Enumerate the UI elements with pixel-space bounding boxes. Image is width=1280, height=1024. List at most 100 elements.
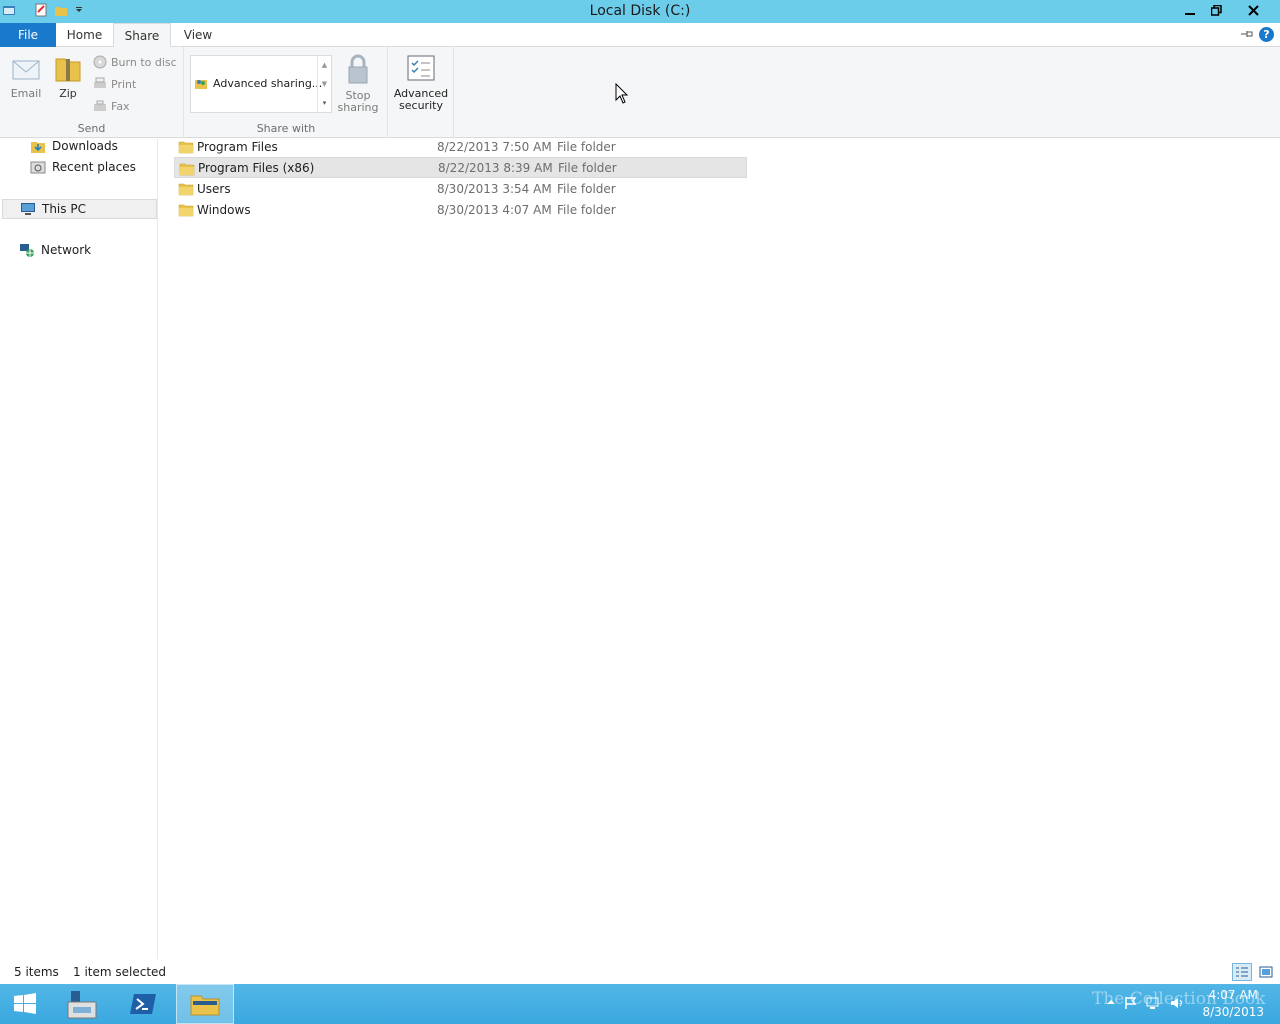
minimize-ribbon-icon[interactable]	[1240, 28, 1254, 43]
advanced-sharing-label: Advanced sharing...	[213, 76, 323, 90]
status-bar: 5 items 1 item selected	[0, 960, 1280, 984]
gallery-expand-icon[interactable]: ▾	[318, 94, 331, 112]
large-icons-view-button[interactable]	[1256, 963, 1276, 981]
computer-icon	[21, 203, 35, 215]
file-date: 8/30/2013 3:54 AM	[437, 181, 552, 196]
file-row[interactable]: Windows 8/30/2013 4:07 AM File folder	[174, 199, 747, 220]
nav-network-label: Network	[41, 243, 92, 257]
file-name: Program Files (x86)	[198, 160, 315, 175]
fax-icon	[94, 100, 106, 111]
nav-item-downloads[interactable]: Downloads	[30, 136, 118, 156]
zip-button[interactable]: Zip	[51, 51, 85, 100]
print-button[interactable]: Print	[93, 75, 136, 93]
file-row-selected[interactable]: Program Files (x86) 8/22/2013 8:39 AM Fi…	[174, 157, 747, 178]
item-count: 5 items	[14, 965, 59, 979]
tab-share[interactable]: Share	[113, 23, 171, 48]
close-icon	[1247, 5, 1259, 16]
lock-icon	[348, 54, 368, 84]
navigation-pane: Downloads Recent places This PC Network	[0, 139, 158, 959]
restore-icon	[1211, 5, 1222, 16]
restore-button[interactable]	[1203, 0, 1230, 21]
file-name: Program Files	[197, 139, 278, 154]
tab-view[interactable]: View	[172, 23, 224, 47]
tab-home[interactable]: Home	[57, 23, 112, 47]
nav-this-pc-label: This PC	[42, 202, 86, 216]
taskbar-powershell[interactable]	[120, 984, 166, 1024]
security-group: Advanced security	[389, 47, 454, 138]
advanced-sharing-item[interactable]: Advanced sharing...	[194, 76, 322, 90]
nav-recent-label: Recent places	[52, 160, 136, 174]
stop-sharing-button[interactable]: Stop sharing	[335, 51, 381, 114]
network-tray-icon[interactable]	[1146, 996, 1162, 1013]
downloads-folder-icon	[31, 142, 45, 153]
disc-icon	[93, 55, 107, 69]
file-type: File folder	[557, 181, 616, 196]
file-date: 8/22/2013 7:50 AM	[437, 139, 552, 154]
taskbar: The Collection Book 4:07 AM 8/30/2013	[0, 984, 1280, 1024]
email-icon	[12, 60, 40, 80]
ribbon: Email Zip Burn to disc Print Fax Send Ad…	[0, 47, 1280, 138]
volume-icon[interactable]	[1170, 996, 1186, 1013]
file-row[interactable]: Program Files 8/22/2013 7:50 AM File fol…	[174, 136, 747, 157]
selection-count: 1 item selected	[73, 965, 167, 979]
minimize-button[interactable]	[1176, 0, 1203, 21]
nav-item-recent-places[interactable]: Recent places	[30, 157, 136, 177]
start-button[interactable]	[0, 984, 50, 1024]
fax-button[interactable]: Fax	[93, 97, 130, 115]
taskbar-server-manager[interactable]	[58, 984, 104, 1024]
file-name: Users	[197, 181, 231, 196]
taskbar-file-explorer[interactable]	[176, 984, 234, 1024]
nav-item-this-pc[interactable]: This PC	[2, 199, 157, 219]
gallery-scroll[interactable]: ▲ ▼ ▾	[317, 56, 331, 112]
minimize-icon	[1184, 12, 1195, 15]
send-group: Email Zip Burn to disc Print Fax Send	[0, 47, 184, 138]
folder-icon	[179, 163, 195, 176]
file-date: 8/30/2013 4:07 AM	[437, 202, 552, 217]
powershell-icon	[130, 994, 156, 1014]
file-explorer-icon	[190, 995, 220, 1016]
tab-file[interactable]: File	[0, 23, 56, 47]
folder-icon	[178, 183, 194, 196]
share-with-group: Advanced sharing... ▲ ▼ ▾ Stop sharing S…	[185, 47, 388, 138]
window-controls	[1176, 0, 1276, 21]
gallery-up-icon[interactable]: ▲	[318, 56, 331, 75]
email-button[interactable]: Email	[8, 51, 44, 100]
sharing-people-icon	[195, 80, 207, 89]
share-with-gallery[interactable]: Advanced sharing... ▲ ▼ ▾	[190, 55, 332, 113]
file-date: 8/22/2013 8:39 AM	[438, 160, 553, 175]
window-title: Local Disk (C:)	[589, 3, 691, 19]
folder-icon	[178, 141, 194, 154]
email-label: Email	[10, 87, 42, 100]
folder-icon	[178, 204, 194, 217]
large-icons-view-icon	[1259, 966, 1273, 978]
file-type: File folder	[557, 139, 616, 154]
network-icon	[20, 244, 34, 257]
gallery-down-icon[interactable]: ▼	[318, 75, 331, 94]
server-manager-icon	[67, 991, 97, 1019]
advanced-security-button[interactable]: Advanced security	[391, 51, 451, 112]
print-label: Print	[111, 77, 137, 91]
burn-to-disc-button[interactable]: Burn to disc	[93, 53, 177, 71]
fax-label: Fax	[111, 99, 130, 113]
zip-icon	[55, 58, 81, 82]
clock[interactable]: 4:07 AM 8/30/2013	[1202, 987, 1264, 1021]
details-view-button[interactable]	[1232, 963, 1252, 981]
stop-sharing-label-2: sharing	[337, 101, 379, 114]
advanced-security-icon	[407, 55, 435, 81]
clock-date: 8/30/2013	[1202, 1005, 1264, 1019]
nav-item-network[interactable]: Network	[19, 240, 91, 260]
clock-time: 4:07 AM	[1208, 988, 1258, 1002]
file-name: Windows	[197, 202, 251, 217]
help-icon[interactable]: ?	[1259, 27, 1274, 42]
details-view-icon	[1236, 967, 1248, 977]
send-group-label: Send	[77, 122, 106, 135]
file-row[interactable]: Users 8/30/2013 3:54 AM File folder	[174, 178, 747, 199]
show-hidden-icons-icon[interactable]	[1106, 996, 1116, 1013]
close-button[interactable]	[1230, 0, 1276, 21]
printer-icon	[94, 77, 106, 88]
nav-downloads-label: Downloads	[52, 139, 118, 153]
zip-label: Zip	[59, 87, 77, 100]
file-list: Program Files 8/22/2013 7:50 AM File fol…	[159, 139, 1280, 959]
action-center-flag-icon[interactable]	[1124, 996, 1138, 1013]
burn-label: Burn to disc	[111, 55, 177, 69]
